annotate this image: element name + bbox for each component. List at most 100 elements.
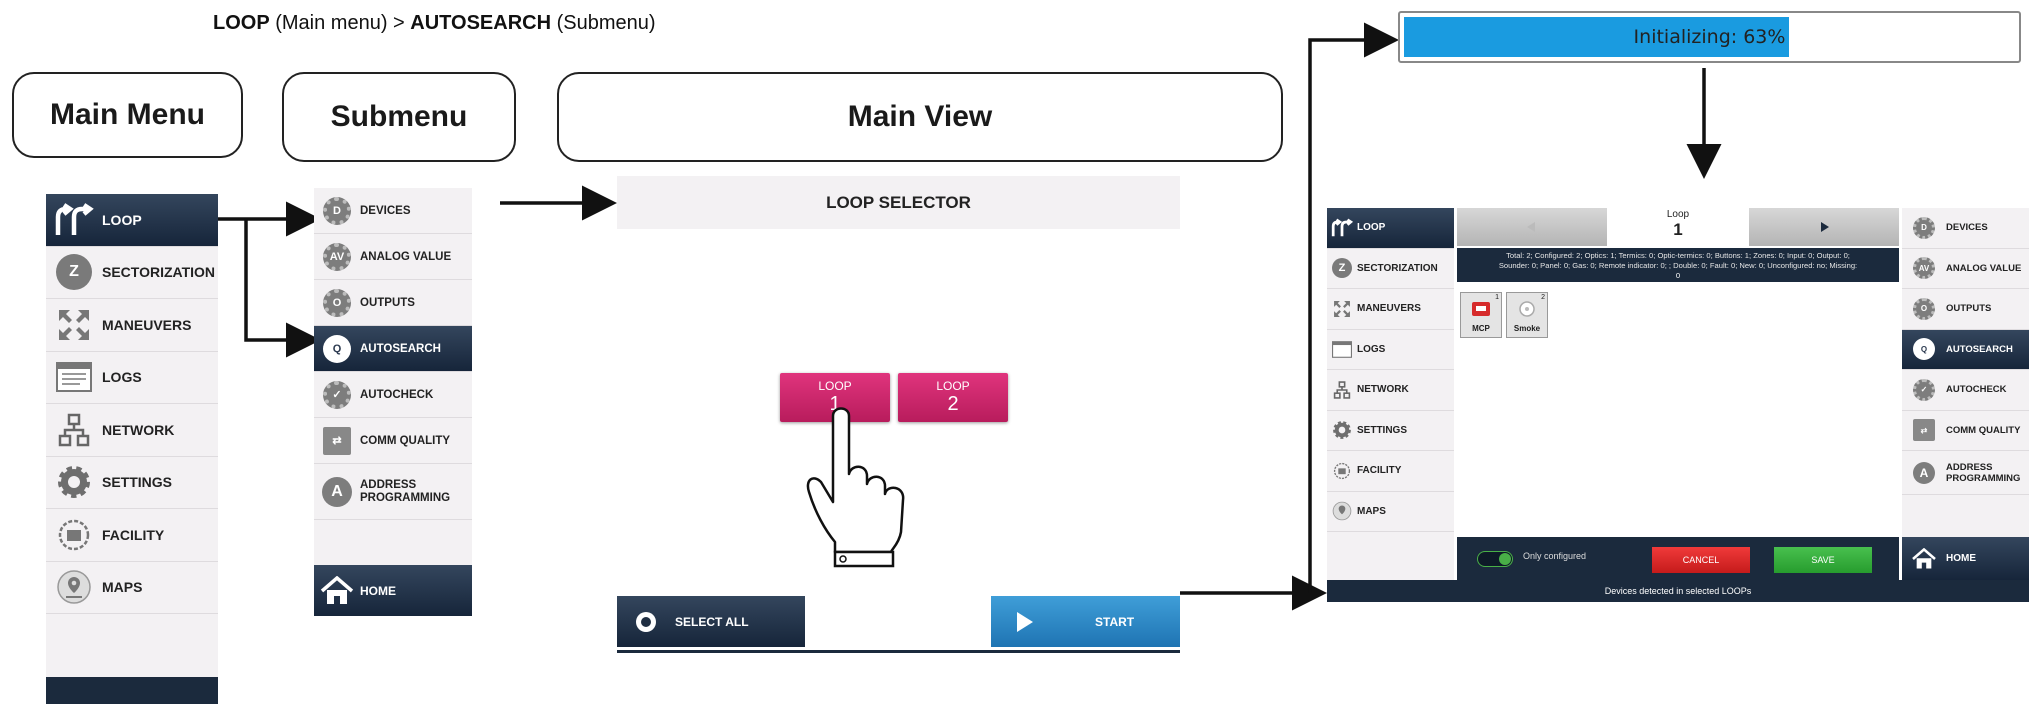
settings-gear-icon xyxy=(46,464,102,500)
logs-window-icon xyxy=(1327,340,1357,358)
loop-button-label: LOOP xyxy=(936,379,970,393)
result-menu-item-maneuvers[interactable]: MANEUVERS xyxy=(1327,289,1454,330)
menu-item-settings[interactable]: SETTINGS xyxy=(46,457,218,509)
menu-item-maneuvers[interactable]: MANEUVERS xyxy=(46,299,218,352)
start-label: START xyxy=(1095,614,1135,629)
result-submenu-item-autosearch[interactable]: Q AUTOSEARCH xyxy=(1902,329,2029,370)
maneuvers-arrows-icon xyxy=(46,308,102,342)
device-number: 1 xyxy=(1495,294,1499,301)
select-all-circle-icon xyxy=(617,610,675,634)
menu-item-label: MANEUVERS xyxy=(102,316,192,333)
submenu-item-autocheck[interactable]: ✓ AUTOCHECK xyxy=(314,372,472,418)
result-submenu-item-address-programming[interactable]: A ADDRESS PROGRAMMING xyxy=(1902,451,2029,495)
submenu-item-label: DEVICES xyxy=(360,204,411,217)
settings-gear-icon xyxy=(1327,420,1357,440)
z-circle-icon: Z xyxy=(56,254,92,291)
menu-item-logs[interactable]: LOGS xyxy=(46,352,218,404)
toggle-knob xyxy=(1499,553,1511,565)
result-menu-item-settings[interactable]: SETTINGS xyxy=(1327,411,1454,451)
autosearch-result-screen: LOOP Z SECTORIZATION MANEUVERS LOGS NETWO… xyxy=(1327,208,2029,602)
stats-line: 0 xyxy=(1675,271,1681,280)
menu-item-loop[interactable]: LOOP xyxy=(46,194,218,247)
next-loop-button[interactable] xyxy=(1749,208,1899,246)
submenu-item-address-programming[interactable]: A ADDRESS PROGRAMMING xyxy=(314,464,472,520)
result-submenu-label: DEVICES xyxy=(1946,222,1988,234)
outputs-gear-icon: O xyxy=(1913,297,1935,320)
stats-line: Sounder: 0; Panel: 0; Gas: 0; Remote ind… xyxy=(1498,261,1858,270)
analog-value-gear-icon: AV xyxy=(1913,257,1935,280)
result-menu-item-sectorization[interactable]: Z SECTORIZATION xyxy=(1327,249,1454,289)
stats-line: Total: 2; Configured: 2; Optics: 1; Term… xyxy=(1506,251,1850,260)
result-submenu-item-comm-quality[interactable]: ⇄ COMM QUALITY xyxy=(1902,411,2029,451)
menu-item-label: LOOP xyxy=(102,211,142,228)
menu-item-sectorization[interactable]: Z SECTORIZATION xyxy=(46,247,218,299)
map-pin-icon xyxy=(46,569,102,605)
start-button[interactable]: START xyxy=(991,596,1180,647)
loop-navigator: Loop 1 xyxy=(1457,208,1899,248)
home-icon xyxy=(314,575,360,606)
device-tile-smoke[interactable]: 2 Smoke xyxy=(1506,292,1548,338)
result-home-button[interactable]: HOME xyxy=(1902,537,2029,580)
menu-item-label: FACILITY xyxy=(102,526,165,543)
outputs-gear-icon: O xyxy=(323,288,351,317)
menu-item-label: SECTORIZATION xyxy=(102,264,216,281)
main-view-screen: LOOP SELECTOR LOOP 1 LOOP 2 SELECT ALL S… xyxy=(617,176,1180,658)
map-pin-icon xyxy=(1327,501,1357,521)
network-icon xyxy=(46,413,102,447)
devices-gear-icon: D xyxy=(323,196,351,225)
submenu-item-analog-value[interactable]: AV ANALOG VALUE xyxy=(314,234,472,280)
home-button[interactable]: HOME xyxy=(314,565,472,616)
result-submenu-label: ANALOG VALUE xyxy=(1946,262,2022,274)
play-triangle-icon xyxy=(991,610,1059,634)
result-home-label: HOME xyxy=(1946,553,1976,564)
result-status-footer: Devices detected in selected LOOPs xyxy=(1327,580,2029,602)
only-configured-toggle[interactable] xyxy=(1477,551,1513,567)
submenu-item-devices[interactable]: D DEVICES xyxy=(314,188,472,234)
devices-gear-icon: D xyxy=(1913,216,1935,239)
menu-item-facility[interactable]: FACILITY xyxy=(46,509,218,562)
analog-value-gear-icon: AV xyxy=(323,242,351,271)
result-menu-item-loop[interactable]: LOOP xyxy=(1327,208,1454,249)
loop-indicator-label: Loop xyxy=(1666,209,1690,220)
device-tile-mcp[interactable]: 1 MCP xyxy=(1460,292,1502,338)
device-label: Smoke xyxy=(1513,324,1541,333)
prev-loop-button[interactable] xyxy=(1457,208,1607,246)
result-submenu-item-outputs[interactable]: O OUTPUTS xyxy=(1902,289,2029,330)
menu-item-maps[interactable]: MAPS xyxy=(46,562,218,614)
result-menu-item-maps[interactable]: MAPS xyxy=(1327,492,1454,532)
device-label: MCP xyxy=(1472,324,1490,333)
result-menu-item-facility[interactable]: FACILITY xyxy=(1327,451,1454,492)
cancel-button[interactable]: CANCEL xyxy=(1652,547,1750,573)
submenu-item-comm-quality[interactable]: ⇄ COMM QUALITY xyxy=(314,418,472,464)
result-menu-label: SETTINGS xyxy=(1357,424,1408,436)
result-submenu: D DEVICES AV ANALOG VALUE O OUTPUTS Q AUTOSE… xyxy=(1902,208,2029,580)
menu-item-network[interactable]: NETWORK xyxy=(46,404,218,457)
comm-quality-icon: ⇄ xyxy=(1913,419,1935,442)
autocheck-gear-icon: ✓ xyxy=(1913,378,1935,401)
address-a-icon: A xyxy=(1913,461,1935,484)
facility-icon xyxy=(1327,462,1357,480)
loop-button-label: LOOP xyxy=(818,379,852,393)
submenu-item-label: ANALOG VALUE xyxy=(360,250,452,263)
loop-indicator: Loop 1 xyxy=(1607,208,1749,246)
result-menu-label: MANEUVERS xyxy=(1357,303,1421,315)
submenu-item-label: COMM QUALITY xyxy=(360,434,451,447)
submenu-item-label: OUTPUTS xyxy=(360,296,415,309)
submenu-panel: D DEVICES AV ANALOG VALUE O OUTPUTS Q AU… xyxy=(314,188,472,616)
result-submenu-item-devices[interactable]: D DEVICES xyxy=(1902,208,2029,249)
submenu-item-label: AUTOSEARCH xyxy=(360,342,441,355)
home-label: HOME xyxy=(360,583,396,598)
result-menu-item-logs[interactable]: LOGS xyxy=(1327,330,1454,370)
submenu-item-autosearch[interactable]: Q AUTOSEARCH xyxy=(314,326,472,372)
comm-quality-icon: ⇄ xyxy=(323,426,351,455)
result-menu-item-network[interactable]: NETWORK xyxy=(1327,370,1454,411)
result-submenu-label: ADDRESS PROGRAMMING xyxy=(1946,461,2021,484)
select-all-button[interactable]: SELECT ALL xyxy=(617,596,805,647)
result-submenu-item-autocheck[interactable]: ✓ AUTOCHECK xyxy=(1902,370,2029,411)
submenu-item-outputs[interactable]: O OUTPUTS xyxy=(314,280,472,326)
only-configured-label: Only configured xyxy=(1523,551,1587,561)
save-button[interactable]: SAVE xyxy=(1774,547,1872,573)
home-icon xyxy=(1902,547,1946,570)
result-menu-label: SECTORIZATION xyxy=(1357,262,1438,274)
result-submenu-item-analog-value[interactable]: AV ANALOG VALUE xyxy=(1902,249,2029,289)
